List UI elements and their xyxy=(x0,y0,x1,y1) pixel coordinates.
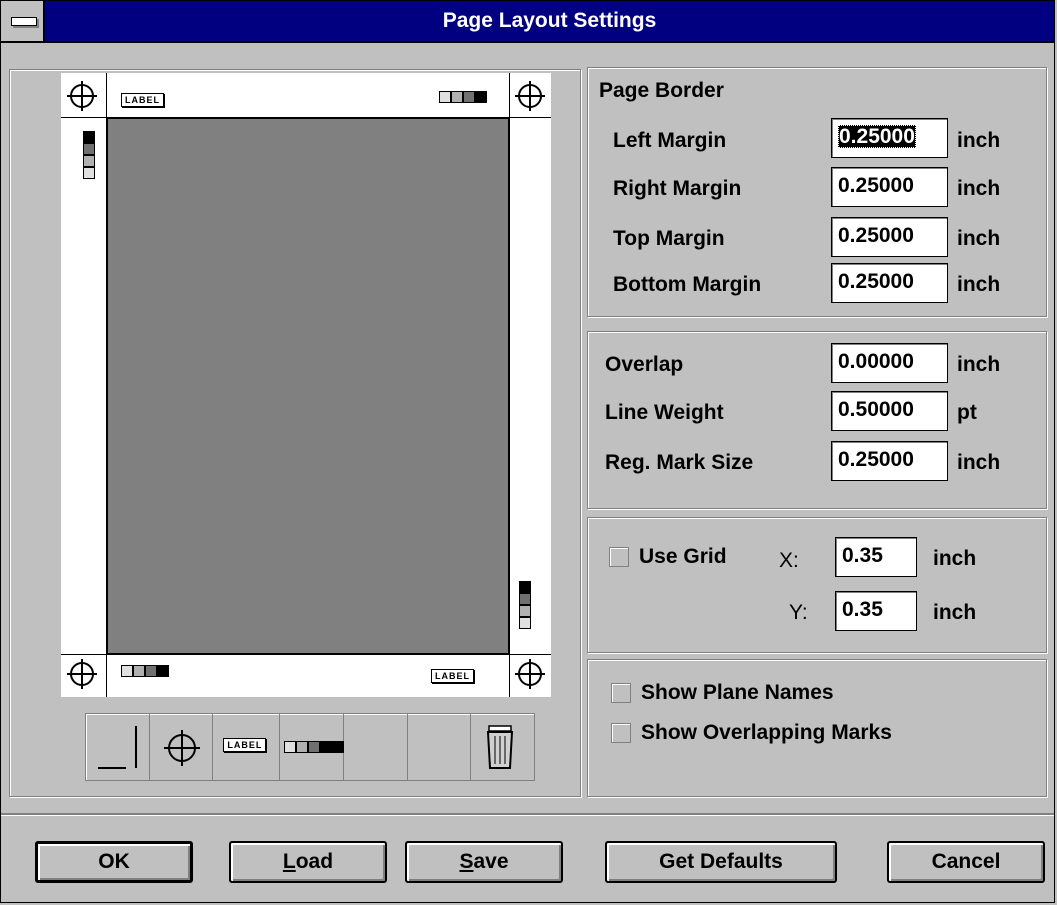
color-bar-icon xyxy=(284,741,345,753)
tool-crop-mark[interactable] xyxy=(86,714,150,780)
color-bar-bottom-left[interactable] xyxy=(121,665,169,677)
registration-mark-icon xyxy=(163,730,200,766)
registration-mark-bottom-right-icon[interactable] xyxy=(513,657,547,691)
tool-registration-mark[interactable] xyxy=(150,714,214,780)
grid-y-unit: inch xyxy=(933,601,977,624)
color-bar-right[interactable] xyxy=(519,581,531,629)
show-plane-names-checkbox[interactable] xyxy=(611,683,631,703)
line-weight-unit: pt xyxy=(957,401,977,424)
bottom-margin-label: Bottom Margin xyxy=(613,273,762,296)
tool-label[interactable]: LABEL xyxy=(213,714,281,780)
registration-mark-top-left-icon[interactable] xyxy=(65,79,99,113)
mark-tool-tray: LABEL xyxy=(85,713,535,781)
right-margin-label: Right Margin xyxy=(613,177,742,200)
ok-button[interactable]: OK xyxy=(35,841,193,883)
tool-empty-1[interactable] xyxy=(344,714,408,780)
right-margin-input[interactable]: 0.25000 xyxy=(831,167,948,207)
label-tag-bottom-right[interactable]: LABEL xyxy=(431,669,474,683)
top-margin-input[interactable]: 0.25000 xyxy=(831,217,948,257)
grid-x-label: X: xyxy=(779,549,799,572)
tool-color-bar[interactable] xyxy=(280,714,345,780)
save-button[interactable]: Save xyxy=(405,841,563,883)
printable-area xyxy=(106,117,510,655)
crop-mark-icon xyxy=(98,726,137,769)
color-bar-left[interactable] xyxy=(83,131,95,179)
bottom-margin-input[interactable]: 0.25000 xyxy=(831,263,948,303)
right-margin-unit: inch xyxy=(957,177,1001,200)
page-layout-dialog: Page Layout Settings LABEL LABEL LABEL P… xyxy=(0,0,1055,903)
label-tag-top-left[interactable]: LABEL xyxy=(121,93,164,107)
left-margin-unit: inch xyxy=(957,129,1001,152)
trash-can-icon xyxy=(487,725,514,769)
use-grid-label: Use Grid xyxy=(639,545,727,568)
cancel-button[interactable]: Cancel xyxy=(887,841,1045,883)
page-preview: LABEL LABEL xyxy=(61,73,551,697)
use-grid-checkbox[interactable] xyxy=(609,547,629,567)
dialog-title: Page Layout Settings xyxy=(442,9,657,32)
trash-can[interactable] xyxy=(471,714,534,780)
grid-y-label: Y: xyxy=(789,601,808,624)
grid-x-unit: inch xyxy=(933,547,977,570)
title-bar: Page Layout Settings xyxy=(1,1,1054,43)
grid-x-input[interactable]: 0.35 xyxy=(835,537,917,577)
reg-mark-size-input[interactable]: 0.25000 xyxy=(831,441,948,481)
left-margin-label: Left Margin xyxy=(613,129,727,152)
overlap-unit: inch xyxy=(957,353,1001,376)
reg-mark-size-unit: inch xyxy=(957,451,1001,474)
line-weight-label: Line Weight xyxy=(605,401,724,424)
grid-y-input[interactable]: 0.35 xyxy=(835,591,917,631)
left-margin-input[interactable]: 0.25000 xyxy=(831,118,948,158)
bottom-margin-unit: inch xyxy=(957,273,1001,296)
tool-empty-2[interactable] xyxy=(408,714,472,780)
top-margin-label: Top Margin xyxy=(613,227,725,250)
load-button[interactable]: Load xyxy=(229,841,387,883)
label-tool-tag: LABEL xyxy=(223,738,267,752)
overlap-input[interactable]: 0.00000 xyxy=(831,343,948,383)
button-separator xyxy=(1,813,1054,816)
reg-mark-size-label: Reg. Mark Size xyxy=(605,451,754,474)
grid-panel xyxy=(587,517,1047,653)
registration-mark-top-right-icon[interactable] xyxy=(513,79,547,113)
color-bar-top-right[interactable] xyxy=(439,91,487,103)
show-overlapping-marks-label: Show Overlapping Marks xyxy=(641,721,892,744)
top-margin-unit: inch xyxy=(957,227,1001,250)
show-overlapping-marks-checkbox[interactable] xyxy=(611,723,631,743)
overlap-label: Overlap xyxy=(605,353,684,376)
registration-mark-bottom-left-icon[interactable] xyxy=(65,657,99,691)
page-border-heading: Page Border xyxy=(599,79,724,102)
system-menu-icon xyxy=(11,17,37,26)
system-menu-button[interactable] xyxy=(1,1,45,41)
line-weight-input[interactable]: 0.50000 xyxy=(831,391,948,431)
show-plane-names-label: Show Plane Names xyxy=(641,681,834,704)
get-defaults-button[interactable]: Get Defaults xyxy=(605,841,837,883)
